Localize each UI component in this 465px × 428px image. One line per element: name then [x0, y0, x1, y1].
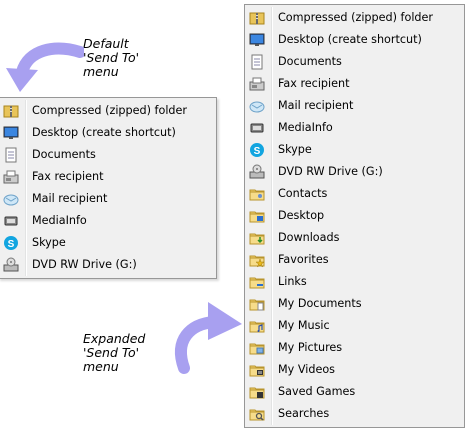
my-music-folder-icon	[249, 318, 265, 334]
menu-item-mail-recipient[interactable]: Mail recipient	[0, 188, 216, 210]
menu-item-label: Contacts	[278, 187, 328, 200]
menu-item-my-music[interactable]: My Music	[245, 315, 464, 337]
favorites-folder-icon	[249, 252, 265, 268]
zip-folder-icon	[249, 10, 265, 26]
menu-item-label: Skype	[278, 143, 312, 156]
menu-item-fax-recipient[interactable]: Fax recipient	[0, 166, 216, 188]
menu-item-desktop-create-shortcut[interactable]: Desktop (create shortcut)	[245, 29, 464, 51]
send-to-menu-default: Compressed (zipped) folder Desktop (creat…	[0, 97, 217, 279]
desktop-folder-icon	[249, 208, 265, 224]
desktop-icon	[249, 32, 265, 48]
callout-expanded-line-2: 'Send To'	[83, 345, 140, 360]
menu-item-label: Documents	[32, 148, 96, 161]
menu-item-label: Desktop	[278, 209, 325, 222]
dvd-drive-icon	[3, 257, 19, 273]
menu-item-my-videos[interactable]: My Videos	[245, 359, 464, 381]
menu-item-searches[interactable]: Searches	[245, 403, 464, 425]
svg-text:S: S	[8, 239, 15, 250]
callout-default-line-1: Default	[83, 36, 129, 51]
menu-item-skype[interactable]: S Skype	[245, 139, 464, 161]
callout-expanded: Expanded 'Send To' menu	[83, 332, 145, 374]
callout-default: Default 'Send To' menu	[83, 37, 139, 79]
menu-item-label: MediaInfo	[278, 121, 333, 134]
my-documents-folder-icon	[249, 296, 265, 312]
mediainfo-icon	[249, 120, 265, 136]
menu-item-skype[interactable]: S Skype	[0, 232, 216, 254]
menu-item-label: MediaInfo	[32, 214, 87, 227]
saved-games-folder-icon	[249, 384, 265, 400]
menu-item-label: Desktop (create shortcut)	[32, 126, 176, 139]
callout-expanded-line-3: menu	[83, 359, 119, 374]
searches-folder-icon	[249, 406, 265, 422]
menu-item-label: Fax recipient	[32, 170, 104, 183]
menu-item-mediainfo[interactable]: MediaInfo	[245, 117, 464, 139]
menu-item-compressed-zipped-folder[interactable]: Compressed (zipped) folder	[0, 100, 216, 122]
menu-item-dvd-rw-drive-g[interactable]: DVD RW Drive (G:)	[0, 254, 216, 276]
zip-folder-icon	[3, 103, 19, 119]
skype-icon: S	[3, 235, 19, 251]
menu-item-label: Downloads	[278, 231, 340, 244]
mail-icon	[249, 98, 265, 114]
menu-item-mail-recipient[interactable]: Mail recipient	[245, 95, 464, 117]
menu-item-label: Mail recipient	[278, 99, 354, 112]
skype-icon: S	[249, 142, 265, 158]
svg-text:S: S	[254, 146, 261, 157]
dvd-drive-icon	[249, 164, 265, 180]
callout-default-line-3: menu	[83, 64, 119, 79]
menu-item-label: My Music	[278, 319, 330, 332]
menu-item-label: Documents	[278, 55, 342, 68]
menu-item-fax-recipient[interactable]: Fax recipient	[245, 73, 464, 95]
menu-item-label: Mail recipient	[32, 192, 108, 205]
menu-item-label: Searches	[278, 407, 330, 420]
links-folder-icon	[249, 274, 265, 290]
menu-item-label: DVD RW Drive (G:)	[278, 165, 383, 178]
menu-item-my-pictures[interactable]: My Pictures	[245, 337, 464, 359]
menu-item-label: Compressed (zipped) folder	[278, 11, 434, 24]
menu-item-dvd-rw-drive-g[interactable]: DVD RW Drive (G:)	[245, 161, 464, 183]
fax-icon	[3, 169, 19, 185]
menu-item-label: Compressed (zipped) folder	[32, 104, 188, 117]
menu-item-desktop[interactable]: Desktop	[245, 205, 464, 227]
menu-item-label: Links	[278, 275, 307, 288]
menu-item-documents[interactable]: Documents	[0, 144, 216, 166]
documents-icon	[249, 54, 265, 70]
menu-item-label: Favorites	[278, 253, 329, 266]
menu-item-saved-games[interactable]: Saved Games	[245, 381, 464, 403]
menu-item-links[interactable]: Links	[245, 271, 464, 293]
my-videos-folder-icon	[249, 362, 265, 378]
fax-icon	[249, 76, 265, 92]
mail-icon	[3, 191, 19, 207]
menu-item-label: Desktop (create shortcut)	[278, 33, 422, 46]
menu-item-desktop-create-shortcut[interactable]: Desktop (create shortcut)	[0, 122, 216, 144]
menu-item-my-documents[interactable]: My Documents	[245, 293, 464, 315]
menu-item-label: Fax recipient	[278, 77, 350, 90]
curved-arrow-icon	[6, 42, 84, 92]
menu-item-label: My Documents	[278, 297, 362, 310]
menu-item-label: My Pictures	[278, 341, 343, 354]
menu-item-label: Saved Games	[278, 385, 356, 398]
mediainfo-icon	[3, 213, 19, 229]
menu-item-label: Skype	[32, 236, 66, 249]
callout-expanded-line-1: Expanded	[83, 331, 146, 346]
desktop-icon	[3, 125, 19, 141]
downloads-folder-icon	[249, 230, 265, 246]
contacts-folder-icon	[249, 186, 265, 202]
menu-item-label: DVD RW Drive (G:)	[32, 258, 137, 271]
menu-item-documents[interactable]: Documents	[245, 51, 464, 73]
send-to-menu-expanded: Compressed (zipped) folder Desktop (creat…	[244, 4, 465, 428]
callout-default-line-2: 'Send To'	[83, 50, 140, 65]
menu-item-label: My Videos	[278, 363, 336, 376]
documents-icon	[3, 147, 19, 163]
curved-arrow-icon	[175, 302, 242, 374]
menu-item-favorites[interactable]: Favorites	[245, 249, 464, 271]
my-pictures-folder-icon	[249, 340, 265, 356]
menu-item-downloads[interactable]: Downloads	[245, 227, 464, 249]
menu-item-mediainfo[interactable]: MediaInfo	[0, 210, 216, 232]
menu-item-compressed-zipped-folder[interactable]: Compressed (zipped) folder	[245, 7, 464, 29]
menu-item-contacts[interactable]: Contacts	[245, 183, 464, 205]
